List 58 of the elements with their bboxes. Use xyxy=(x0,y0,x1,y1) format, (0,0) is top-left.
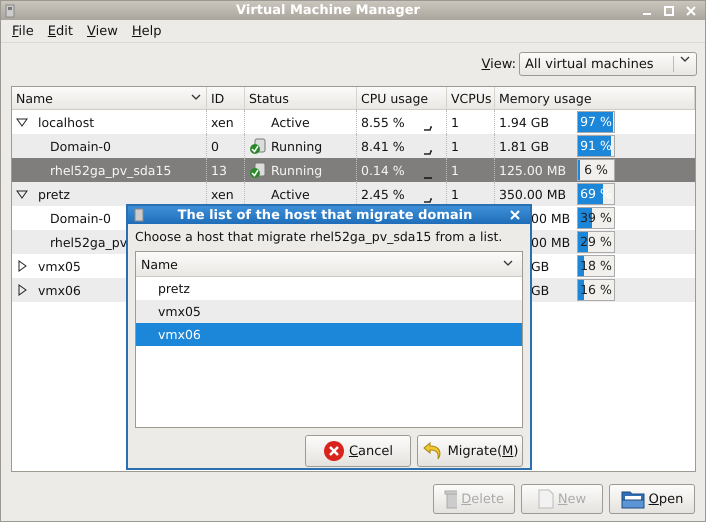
vm-name: Domain-0 xyxy=(50,210,111,226)
vcpus-text: 1 xyxy=(451,186,459,202)
host-item[interactable]: pretz xyxy=(136,277,522,300)
status-text: Running xyxy=(271,138,322,154)
cpu-text: 8.41 % xyxy=(361,138,405,154)
id-text: xen xyxy=(211,186,234,202)
memory-bar: 29 % xyxy=(577,231,615,253)
column-header[interactable]: CPU usage xyxy=(357,87,447,109)
host-item[interactable]: vmx06 xyxy=(136,323,522,346)
vm-name: vmx06 xyxy=(38,282,81,298)
column-header[interactable]: Name xyxy=(12,87,207,109)
window-title: Virtual Machine Manager xyxy=(235,3,421,18)
memory-bar: 97 % xyxy=(577,111,615,133)
menu-item[interactable]: View xyxy=(80,24,125,38)
memory-text: GB xyxy=(531,258,550,274)
dialog-title: The list of the host that migrate domain xyxy=(176,208,474,222)
column-header[interactable]: Memory usage xyxy=(495,87,695,109)
view-dropdown[interactable]: All virtual machines xyxy=(519,52,697,76)
id-text: xen xyxy=(211,114,234,130)
menu-item[interactable]: Edit xyxy=(40,24,80,38)
status-text: Running xyxy=(271,162,322,178)
id-text: 0 xyxy=(211,138,219,154)
memory-text: 1.94 GB xyxy=(499,114,550,130)
id-text: 13 xyxy=(211,162,227,178)
cpu-text: 8.55 % xyxy=(361,114,405,130)
vcpus-text: 1 xyxy=(451,138,459,154)
memory-text: 00 MB xyxy=(531,234,572,250)
dialog-message: Choose a host that migrate rhel52ga_pv_sda15 from a list. xyxy=(135,229,504,244)
memory-bar: 6 % xyxy=(577,159,615,181)
cancel-button[interactable]: Cancel xyxy=(305,435,411,467)
cpu-text: 0.14 % xyxy=(361,162,405,178)
vm-name: pretz xyxy=(38,186,70,202)
vm-name: Domain-0 xyxy=(50,138,111,154)
column-header[interactable]: ID xyxy=(207,87,245,109)
vm-name: rhel52ga_pv xyxy=(50,234,128,250)
vm-name: localhost xyxy=(38,114,94,130)
column-header[interactable]: VCPUs xyxy=(447,87,495,109)
cpu-text: 2.45 % xyxy=(361,186,405,202)
vcpus-text: 1 xyxy=(451,162,459,178)
memory-text: 350.00 MB xyxy=(499,186,568,202)
status-text: Active xyxy=(270,114,310,130)
action-button[interactable]: Open xyxy=(609,484,695,514)
vcpus-text: 1 xyxy=(451,114,459,130)
memory-text: GB xyxy=(531,282,550,298)
host-item[interactable]: vmx05 xyxy=(136,300,522,323)
memory-text: 1.81 GB xyxy=(499,138,550,154)
migrate-button[interactable]: Migrate(M) xyxy=(417,435,523,467)
memory-text: 00 MB xyxy=(531,210,572,226)
menu-item[interactable]: File xyxy=(5,24,41,38)
column-header[interactable]: Name xyxy=(136,252,522,277)
vm-name: vmx05 xyxy=(38,258,81,274)
vm-name: rhel52ga_pv_sda15 xyxy=(50,162,172,178)
menu-item[interactable]: Help xyxy=(124,24,168,38)
column-header[interactable]: Status xyxy=(245,87,357,109)
table-row[interactable]: rhel52ga_pv_sda15 13 Running 0.14 % 1 125.00 MB 6 % xyxy=(12,158,695,182)
view-label: View: xyxy=(481,56,516,72)
memory-text: 125.00 MB xyxy=(499,162,568,178)
status-text: Active xyxy=(270,186,310,202)
